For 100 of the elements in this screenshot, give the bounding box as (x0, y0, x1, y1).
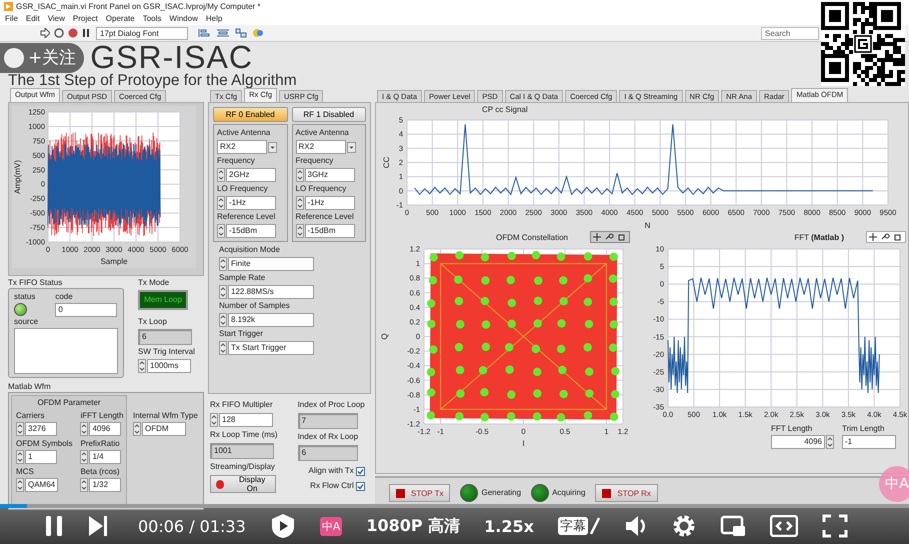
pause-icon[interactable] (82, 28, 90, 38)
ring-field[interactable]: RX2 (217, 140, 267, 154)
ring-field[interactable]: RX2 (296, 140, 346, 154)
field-label: Streaming/Display (210, 462, 276, 472)
spinner-icon[interactable] (210, 413, 218, 427)
menu-item[interactable]: Tools (142, 14, 162, 23)
display-toggle-button[interactable]: Display On (210, 475, 276, 493)
spinner-icon[interactable] (16, 422, 24, 436)
spinner-icon[interactable] (16, 450, 24, 464)
menu-item[interactable]: Project (72, 14, 98, 23)
numeric-field[interactable]: 4096 (771, 435, 825, 449)
numeric-field[interactable]: -1Hz (304, 196, 354, 210)
font-dropdown[interactable]: 17pt Dialog Font (96, 26, 188, 40)
menu-item[interactable]: File (5, 14, 18, 23)
translate-badge[interactable]: 中A (320, 516, 342, 536)
numeric-field[interactable]: 2GHz (226, 168, 276, 182)
checkbox[interactable] (356, 466, 365, 476)
numeric-field[interactable]: 3276 (25, 422, 57, 436)
speed-selector[interactable]: 1.25x (484, 516, 534, 536)
spinner-icon[interactable] (219, 257, 227, 271)
subtitles-toggle[interactable]: 字幕 (558, 517, 588, 535)
graph-tools-icon[interactable] (590, 231, 630, 243)
field-label: status (14, 292, 36, 302)
field-label: MCS (16, 467, 35, 477)
spinner-icon[interactable] (16, 478, 24, 492)
menu-item[interactable]: View (48, 14, 65, 23)
embed-code-icon[interactable] (770, 515, 798, 537)
ring-field[interactable]: Tx Start Trigger (228, 341, 314, 355)
numeric-field[interactable]: QAM64 (25, 478, 58, 492)
menu-item[interactable]: Help (206, 14, 222, 23)
stop-button[interactable]: STOP Tx (389, 484, 450, 502)
numeric-field[interactable]: -15dBm (226, 224, 276, 238)
distribute-icon[interactable] (216, 28, 230, 38)
progress-track[interactable] (0, 504, 909, 508)
search-field[interactable]: Search (761, 26, 819, 40)
numeric-field[interactable]: 1000ms (147, 359, 191, 373)
numeric-field[interactable]: 1/32 (89, 478, 122, 492)
spinner-icon[interactable] (217, 224, 225, 238)
next-icon[interactable] (88, 515, 108, 537)
ring-field[interactable]: Finite (228, 257, 314, 271)
numeric-field[interactable]: -1Hz (226, 196, 276, 210)
spinner-icon[interactable] (80, 450, 88, 464)
code-field[interactable]: 0 (55, 303, 118, 317)
numeric-field[interactable]: -1 (842, 435, 896, 449)
spinner-icon[interactable] (296, 224, 304, 238)
numeric-field[interactable]: 1 (25, 450, 57, 464)
spinner-icon[interactable] (219, 341, 227, 355)
numeric-field[interactable]: 128 (219, 413, 273, 427)
field-label: Reference Level (296, 212, 355, 222)
spinner-icon[interactable] (219, 285, 227, 299)
field-label: Frequency (217, 156, 256, 166)
spinner-icon[interactable] (80, 478, 88, 492)
field-label: Number of Samples (219, 301, 291, 311)
spinner-icon[interactable] (217, 168, 225, 182)
numeric-field[interactable]: 4096 (89, 422, 122, 436)
spinner-icon[interactable] (296, 168, 304, 182)
spinner-icon[interactable] (138, 359, 146, 373)
source-text-area[interactable] (14, 328, 118, 374)
rf-toggle-button[interactable]: RF 1 Disabled (292, 107, 366, 122)
spinner-icon[interactable] (217, 196, 225, 210)
resize-icon[interactable] (234, 28, 248, 38)
spinner-icon[interactable] (296, 196, 304, 210)
cluster-label: Tx FIFO Status (8, 278, 64, 288)
picture-in-picture-icon[interactable] (720, 515, 746, 537)
align-icon[interactable] (198, 28, 212, 38)
numeric-field[interactable]: 1/4 (89, 450, 122, 464)
numeric-field[interactable]: -15dBm (304, 224, 354, 238)
menu-item[interactable]: Window (169, 14, 198, 23)
pause-icon[interactable] (44, 514, 64, 538)
chart-title: CP cc Signal (481, 105, 529, 114)
group-title: OFDM Parameter (36, 398, 102, 408)
follow-button[interactable]: +关注 (0, 42, 84, 72)
play-shield-icon[interactable] (270, 513, 296, 539)
ring-field[interactable]: OFDM (142, 422, 186, 436)
spinner-icon[interactable] (826, 435, 834, 449)
spinner-icon[interactable] (133, 422, 141, 436)
volume-icon[interactable] (624, 515, 648, 537)
proc-loop-indicator: 7 (298, 413, 358, 429)
run-continuously-icon[interactable] (54, 28, 64, 38)
rf-toggle-button[interactable]: RF 0 Enabled (213, 107, 288, 122)
numeric-field[interactable]: 3GHz (304, 168, 354, 182)
spinner-icon[interactable] (219, 313, 227, 327)
fullscreen-icon[interactable] (822, 514, 848, 538)
checkbox[interactable] (356, 482, 365, 490)
abort-icon[interactable] (68, 28, 78, 38)
chart-title: FFT (Matlab ) (794, 232, 844, 242)
stop-button[interactable]: STOP Rx (595, 484, 658, 502)
field-label: Index of Rx Loop (298, 432, 360, 442)
quality-selector[interactable]: 1080P 高清 (366, 516, 460, 536)
ring-field[interactable]: 8.192k (228, 313, 314, 327)
run-arrow-icon[interactable] (40, 28, 50, 38)
rx-loop-indicator: 6 (298, 445, 358, 461)
menu-item[interactable]: Edit (26, 14, 40, 23)
app-title: GSR-ISAC (90, 42, 253, 73)
reorder-icon[interactable] (252, 28, 266, 38)
graph-tools-icon[interactable] (866, 231, 906, 243)
spinner-icon[interactable] (80, 422, 88, 436)
settings-icon[interactable] (672, 514, 696, 538)
menu-item[interactable]: Operate (106, 14, 135, 23)
ring-field[interactable]: 122.88MS/s (228, 285, 314, 299)
